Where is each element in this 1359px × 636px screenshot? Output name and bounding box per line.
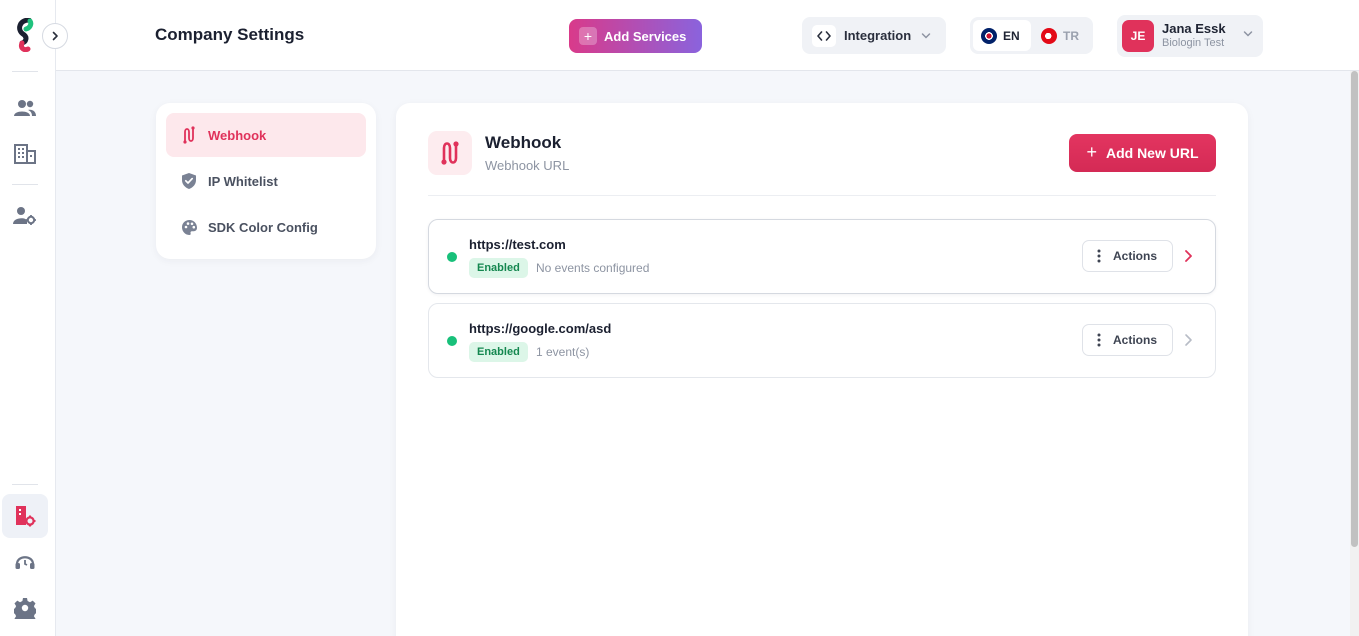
settings-nav: Webhook IP Whitelist SDK Color Config [156, 103, 376, 259]
status-dot [447, 252, 457, 262]
webhook-url: https://google.com/asd [469, 321, 612, 336]
palette-icon [180, 218, 198, 236]
shield-check-icon [180, 172, 198, 190]
language-option-tr[interactable]: TR [1033, 20, 1087, 51]
panel-header: Webhook Webhook URL + Add New URL [428, 131, 1216, 196]
tr-flag-icon [1041, 27, 1057, 44]
rail-item-settings[interactable] [8, 591, 42, 625]
rail-divider [12, 484, 38, 485]
plus-icon: + [579, 27, 597, 45]
user-menu[interactable]: JE Jana Essk Biologin Test [1117, 15, 1263, 57]
language-code: EN [1003, 28, 1020, 43]
users-icon [14, 100, 36, 116]
actions-label: Actions [1113, 249, 1158, 263]
support-icon [15, 556, 35, 569]
plus-icon: + [1086, 141, 1097, 162]
integration-label: Integration [844, 28, 912, 43]
events-summary: No events configured [536, 261, 650, 275]
rail-item-user-settings[interactable] [8, 199, 42, 233]
status-dot [447, 336, 457, 346]
scrollbar-thumb[interactable] [1351, 71, 1358, 547]
company-settings-icon [16, 506, 36, 527]
left-rail [0, 0, 68, 636]
settings-nav-webhook[interactable]: Webhook [166, 113, 366, 157]
rail-item-users[interactable] [8, 91, 42, 125]
avatar: JE [1122, 20, 1154, 52]
user-organization: Biologin Test [1162, 37, 1225, 50]
building-icon [14, 144, 36, 164]
user-name: Jana Essk [1162, 21, 1226, 37]
actions-button[interactable]: Actions [1082, 324, 1173, 356]
settings-nav-label: SDK Color Config [208, 219, 318, 235]
add-services-button[interactable]: + Add Services [569, 19, 702, 53]
chevron-right-icon[interactable] [1183, 249, 1193, 263]
more-vertical-icon [1097, 333, 1101, 347]
status-badge: Enabled [469, 258, 528, 278]
more-vertical-icon [1097, 249, 1101, 263]
code-icon [812, 24, 836, 47]
add-new-url-button[interactable]: + Add New URL [1069, 134, 1216, 172]
webhook-panel: Webhook Webhook URL + Add New URL https:… [396, 103, 1248, 636]
language-option-en[interactable]: EN [973, 20, 1031, 51]
page-scrollbar[interactable] [1350, 71, 1359, 636]
panel-subtitle: Webhook URL [485, 158, 570, 173]
language-code: TR [1063, 28, 1079, 43]
language-switcher: EN TR [970, 17, 1093, 54]
panel-title: Webhook [485, 133, 562, 152]
webhook-icon [428, 131, 472, 175]
rail-item-company-settings[interactable] [2, 494, 48, 538]
settings-nav-label: IP Whitelist [208, 173, 278, 189]
top-header: Company Settings + Add Services Integrat… [56, 0, 1359, 71]
settings-nav-sdk-color-config[interactable]: SDK Color Config [166, 205, 366, 249]
webhook-row[interactable]: https://test.com Enabled No events confi… [428, 219, 1216, 294]
rail-item-support[interactable] [8, 545, 42, 579]
integration-dropdown[interactable]: Integration [802, 17, 946, 54]
settings-nav-label: Webhook [208, 127, 267, 143]
rail-item-companies[interactable] [8, 137, 42, 171]
settings-nav-ip-whitelist[interactable]: IP Whitelist [166, 159, 366, 203]
chevron-down-icon [1243, 31, 1253, 37]
webhook-row[interactable]: https://google.com/asd Enabled 1 event(s… [428, 303, 1216, 378]
add-new-url-label: Add New URL [1105, 145, 1199, 161]
actions-button[interactable]: Actions [1082, 240, 1173, 272]
expand-sidebar-button[interactable] [42, 23, 68, 49]
status-badge: Enabled [469, 342, 528, 362]
events-summary: 1 event(s) [536, 345, 590, 359]
chevron-right-icon[interactable] [1183, 333, 1193, 347]
settings-icon [14, 598, 36, 619]
user-settings-icon [13, 207, 36, 225]
add-services-label: Add Services [604, 28, 687, 44]
uk-flag-icon [981, 27, 997, 44]
rail-divider [12, 184, 38, 185]
webhook-icon [180, 126, 198, 144]
chevron-right-icon [52, 31, 58, 41]
actions-label: Actions [1113, 333, 1158, 347]
page-title: Company Settings [155, 25, 305, 44]
logo-icon[interactable] [14, 18, 36, 52]
webhook-url: https://test.com [469, 237, 566, 252]
chevron-down-icon [921, 32, 931, 39]
rail-divider [12, 71, 38, 72]
